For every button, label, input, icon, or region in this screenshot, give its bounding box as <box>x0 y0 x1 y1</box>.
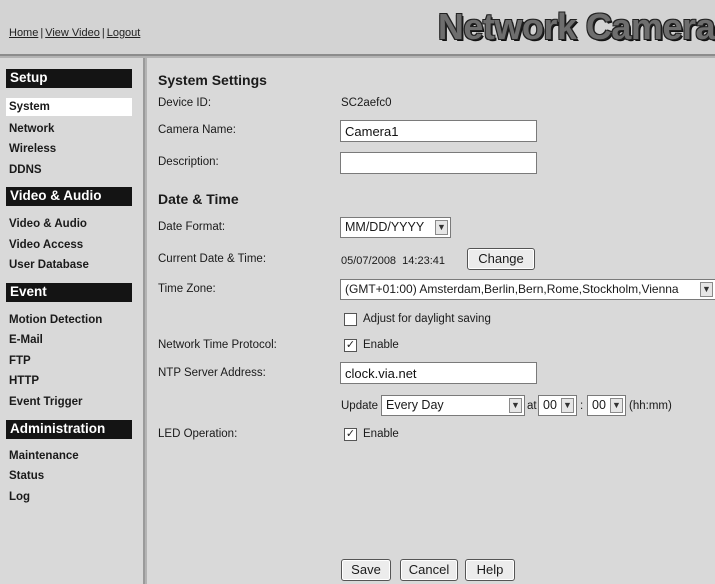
sidebar-item-video-access[interactable]: Video Access <box>9 239 83 251</box>
sidebar-item-event-trigger[interactable]: Event Trigger <box>9 396 83 408</box>
device-id-value: SC2aefc0 <box>341 97 392 109</box>
chevron-down-icon: ▼ <box>509 398 522 413</box>
daylight-saving-label: Adjust for daylight saving <box>363 313 491 325</box>
time-zone-select[interactable]: (GMT+01:00) Amsterdam,Berlin,Bern,Rome,S… <box>340 279 715 300</box>
logout-link[interactable]: Logout <box>107 27 141 39</box>
update-frequency-select[interactable]: Every Day ▼ <box>381 395 525 416</box>
date-format-value: MM/DD/YYYY <box>345 220 425 234</box>
change-button[interactable]: Change <box>467 248 535 270</box>
update-hour-select[interactable]: 00 ▼ <box>538 395 577 416</box>
top-links: Home | View Video | Logout <box>9 27 141 39</box>
update-hour-value: 00 <box>543 398 557 412</box>
update-minute-select[interactable]: 00 ▼ <box>587 395 626 416</box>
led-enable-checkbox[interactable]: ✓ <box>344 428 357 441</box>
date-format-label: Date Format: <box>158 221 226 233</box>
update-label: Update <box>341 400 379 412</box>
date-format-select[interactable]: MM/DD/YYYY ▼ <box>340 217 451 238</box>
sidebar-section-administration: Administration <box>6 420 132 439</box>
current-date-time-value: 05/07/2008 14:23:41 <box>341 255 445 267</box>
time-colon: : <box>580 400 584 412</box>
sidebar-item-status[interactable]: Status <box>9 470 44 482</box>
brand-logo-text: Network Camera <box>437 6 715 47</box>
chevron-down-icon: ▼ <box>435 220 448 235</box>
sidebar-item-network[interactable]: Network <box>9 123 54 135</box>
system-settings-title: System Settings <box>158 72 267 88</box>
chevron-down-icon: ▼ <box>561 398 574 413</box>
main-content: System Settings Device ID: SC2aefc0 Came… <box>147 58 715 584</box>
ntp-server-input[interactable] <box>340 362 537 384</box>
sidebar-item-ftp[interactable]: FTP <box>9 355 31 367</box>
view-video-link[interactable]: View Video <box>45 27 100 39</box>
camera-name-label: Camera Name: <box>158 124 236 136</box>
at-label: at <box>527 400 537 412</box>
description-input[interactable] <box>340 152 537 174</box>
date-time-title: Date & Time <box>158 191 239 207</box>
time-zone-label: Time Zone: <box>158 283 216 295</box>
sidebar-item-user-database[interactable]: User Database <box>9 259 89 271</box>
top-bar: Home | View Video | Logout Network Camera <box>0 0 715 56</box>
sidebar-item-system[interactable]: System <box>6 98 132 116</box>
sidebar-item-wireless[interactable]: Wireless <box>9 143 56 155</box>
sidebar-item-http[interactable]: HTTP <box>9 375 39 387</box>
led-operation-label: LED Operation: <box>158 428 238 440</box>
sidebar-item-video-audio[interactable]: Video & Audio <box>9 218 87 230</box>
cancel-button[interactable]: Cancel <box>400 559 458 581</box>
ntp-enable-checkbox[interactable]: ✓ <box>344 339 357 352</box>
home-link[interactable]: Home <box>9 27 38 39</box>
sidebar-item-log[interactable]: Log <box>9 491 30 503</box>
sidebar-item-maintenance[interactable]: Maintenance <box>9 450 79 462</box>
led-enable-label: Enable <box>363 428 399 440</box>
ntp-label: Network Time Protocol: <box>158 339 277 351</box>
ntp-server-label: NTP Server Address: <box>158 367 266 379</box>
sidebar-section-setup: Setup <box>6 69 132 88</box>
sidebar: Setup System Network Wireless DDNS Video… <box>0 58 145 584</box>
update-minute-value: 00 <box>592 398 606 412</box>
sidebar-section-event: Event <box>6 283 132 302</box>
sidebar-item-ddns[interactable]: DDNS <box>9 164 42 176</box>
camera-name-input[interactable] <box>340 120 537 142</box>
sidebar-item-motion-detection[interactable]: Motion Detection <box>9 314 102 326</box>
save-button[interactable]: Save <box>341 559 391 581</box>
chevron-down-icon: ▼ <box>700 282 713 297</box>
description-label: Description: <box>158 156 219 168</box>
help-button[interactable]: Help <box>465 559 515 581</box>
hhmm-label: (hh:mm) <box>629 400 672 412</box>
chevron-down-icon: ▼ <box>610 398 623 413</box>
time-zone-value: (GMT+01:00) Amsterdam,Berlin,Bern,Rome,S… <box>345 282 679 296</box>
sidebar-item-email[interactable]: E-Mail <box>9 334 43 346</box>
update-frequency-value: Every Day <box>386 398 444 412</box>
sidebar-section-video-audio: Video & Audio <box>6 187 132 206</box>
ntp-enable-label: Enable <box>363 339 399 351</box>
device-id-label: Device ID: <box>158 97 212 109</box>
current-date-time-label: Current Date & Time: <box>158 253 267 265</box>
daylight-saving-checkbox[interactable] <box>344 313 357 326</box>
